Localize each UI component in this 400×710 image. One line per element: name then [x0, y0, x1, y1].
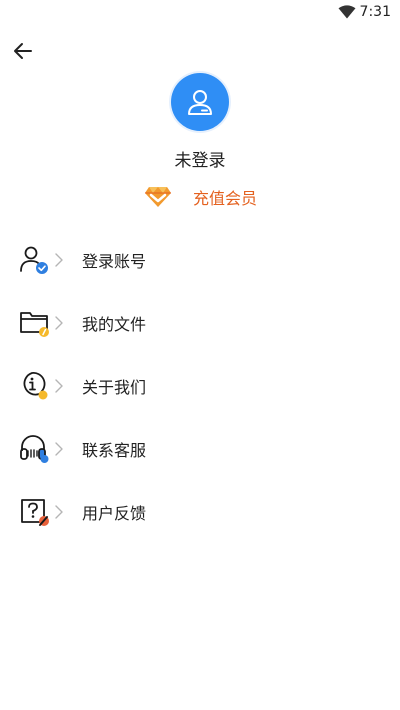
menu-item-feedback[interactable]: 用户反馈 [0, 480, 400, 543]
menu-item-label: 关于我们 [82, 378, 147, 397]
username[interactable]: 未登录 [0, 146, 400, 171]
vip-label: 充值会员 [193, 189, 258, 208]
menu-item-about-us[interactable]: 关于我们 [0, 354, 400, 417]
menu-item-label: 我的文件 [82, 315, 147, 334]
menu-item-customer-service[interactable]: 联系客服 [0, 417, 400, 480]
menu-item-my-files[interactable]: 我的文件 [0, 291, 400, 354]
chevron-right-icon [55, 442, 63, 456]
menu-item-label: 用户反馈 [82, 504, 147, 523]
menu-item-label: 登录账号 [82, 252, 147, 271]
menu-item-login[interactable]: 登录账号 [0, 228, 400, 291]
chevron-right-icon [55, 316, 63, 330]
status-bar: 7:31 [0, 0, 400, 26]
user-check-icon [20, 246, 48, 274]
chevron-right-icon [55, 253, 63, 267]
chevron-right-icon [55, 379, 63, 393]
arrow-left-icon [14, 43, 32, 59]
feedback-edit-icon [21, 499, 49, 526]
menu-list: 登录账号 我的文件 关于我们 联系客服 用户反馈 [0, 228, 400, 543]
diamond-icon [145, 187, 171, 207]
user-avatar-icon [188, 90, 212, 115]
settings-screen: 7:31 未登录 充值会员 登录账号 我的文件 关于我们 联系客服 用户反馈 [0, 0, 400, 710]
headphones-icon [20, 435, 49, 463]
wifi-icon [338, 5, 356, 19]
info-chat-icon [23, 372, 48, 400]
menu-item-label: 联系客服 [82, 441, 147, 460]
avatar[interactable] [171, 73, 229, 131]
status-time: 7:31 [359, 4, 391, 20]
vip-recharge-button[interactable]: 充值会员 [144, 183, 257, 211]
chevron-right-icon [55, 505, 63, 519]
folder-icon [20, 312, 49, 337]
back-button[interactable] [10, 38, 36, 64]
